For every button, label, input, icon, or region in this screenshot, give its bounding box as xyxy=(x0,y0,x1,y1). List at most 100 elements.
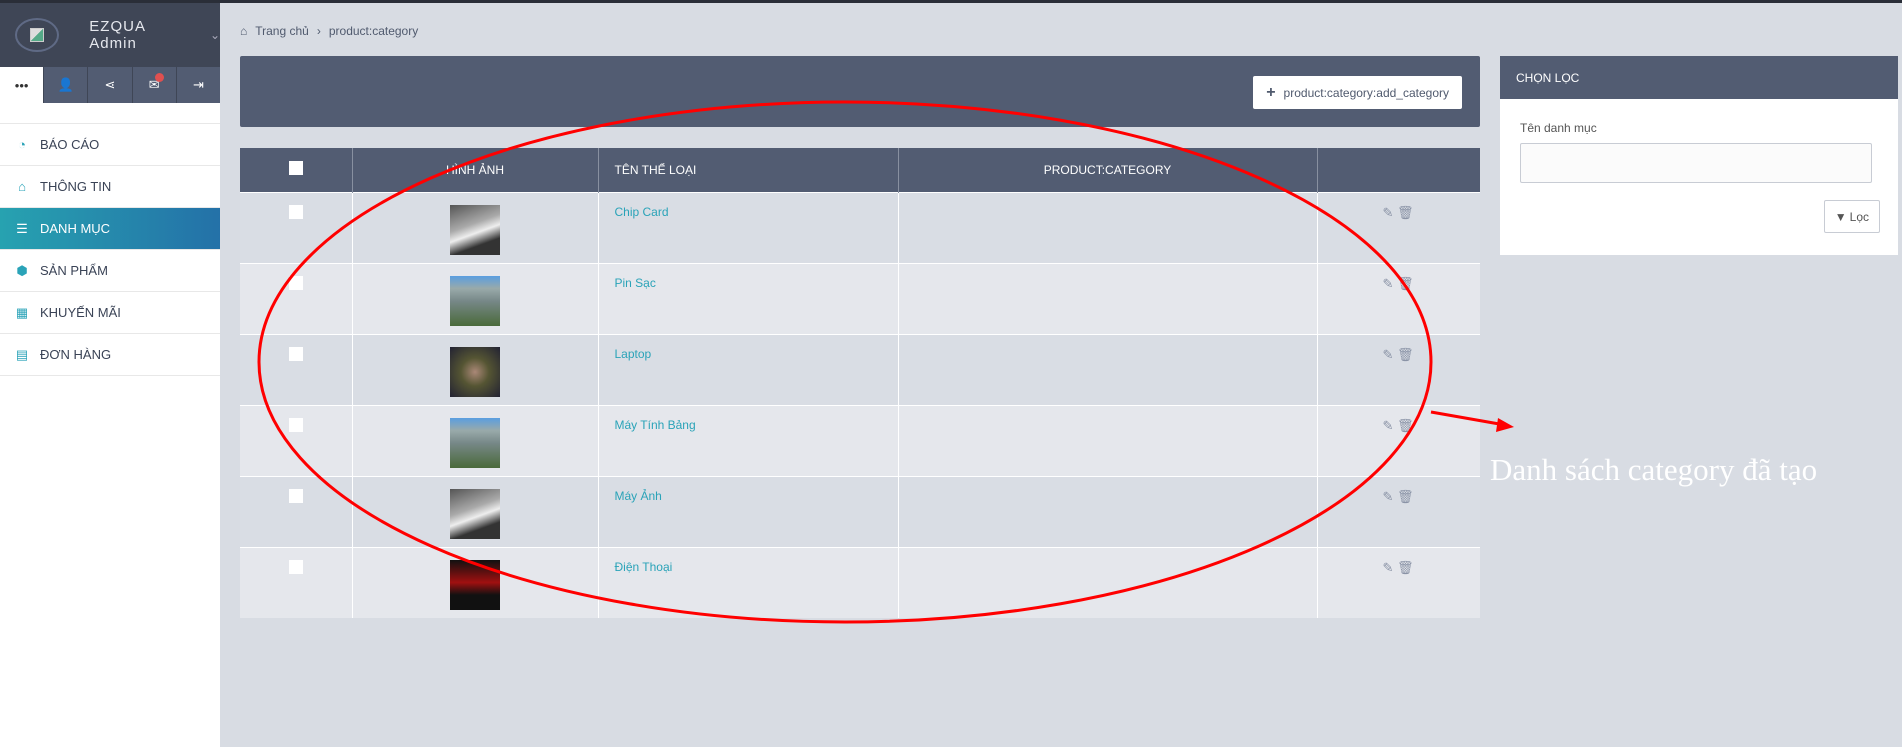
avatar xyxy=(15,18,60,52)
row-checkbox[interactable] xyxy=(288,275,303,290)
row-checkbox[interactable] xyxy=(288,559,303,574)
header-name: TÊN THỂ LOẠI xyxy=(597,148,898,192)
filter-button[interactable]: ▼ Lọc xyxy=(1823,200,1880,233)
edit-icon[interactable]: ✎ xyxy=(1383,418,1394,433)
category-name[interactable]: Máy Tính Bảng xyxy=(597,404,898,476)
select-all-header xyxy=(240,148,352,192)
sidebar-item-0[interactable]: ◔ BÁO CÁO xyxy=(0,124,220,166)
category-thumbnail xyxy=(450,417,500,468)
notification-badge xyxy=(154,73,164,82)
breadcrumb: ⌂ Trang chủ › product:category xyxy=(240,24,418,38)
sidebar-item-3[interactable]: ⬢ SẢN PHẨM xyxy=(0,250,220,292)
edit-icon[interactable]: ✎ xyxy=(1383,489,1394,504)
category-name[interactable]: Laptop xyxy=(597,333,898,405)
sidebar-item-label: ĐƠN HÀNG xyxy=(40,347,112,362)
row-checkbox[interactable] xyxy=(288,417,303,432)
category-thumbnail xyxy=(450,559,500,610)
product-category-cell xyxy=(897,475,1317,547)
image-cell xyxy=(351,546,598,618)
gift-icon: ▦ xyxy=(15,304,29,320)
sidebar-tab-more-icon[interactable]: ••• xyxy=(0,67,44,103)
row-select-cell xyxy=(240,546,352,618)
arrow-head-icon xyxy=(1496,418,1514,432)
select-all-checkbox[interactable] xyxy=(288,161,303,176)
trash-icon[interactable]: 🗑 xyxy=(1397,347,1414,362)
image-cell xyxy=(351,333,598,405)
table-row: Chip Card ✎ 🗑 xyxy=(240,191,1480,263)
row-select-cell xyxy=(240,262,352,334)
header-image: HÌNH ẢNH xyxy=(351,148,598,192)
filter-name-label: Tên danh mục xyxy=(1520,121,1597,135)
row-checkbox[interactable] xyxy=(288,204,303,219)
product-category-cell xyxy=(897,546,1317,618)
edit-icon[interactable]: ✎ xyxy=(1383,276,1394,291)
edit-icon[interactable]: ✎ xyxy=(1383,347,1394,362)
header-product-category: PRODUCT:CATEGORY xyxy=(897,148,1317,192)
sidebar-tab-share-icon[interactable]: ⋖ xyxy=(87,67,131,103)
filter-title: CHỌN LỌC xyxy=(1500,56,1898,99)
actions-cell: ✎ 🗑 xyxy=(1316,546,1480,618)
newspaper-icon: ▤ xyxy=(15,346,29,362)
trash-icon[interactable]: 🗑 xyxy=(1397,418,1414,433)
sidebar-tab-mail-icon[interactable]: ✉ xyxy=(131,67,176,103)
category-name[interactable]: Pin Sạc xyxy=(597,262,898,334)
trash-icon[interactable]: 🗑 xyxy=(1397,489,1414,504)
sidebar-item-label: DANH MỤC xyxy=(40,221,111,236)
image-cell xyxy=(351,475,598,547)
row-select-cell xyxy=(240,191,352,263)
trash-icon[interactable]: 🗑 xyxy=(1397,205,1414,220)
category-name[interactable]: Điện Thoại xyxy=(597,546,898,618)
sidebar-item-label: SẢN PHẨM xyxy=(40,263,108,278)
table-row: Máy Ảnh ✎ 🗑 xyxy=(240,475,1480,547)
sidebar-item-2[interactable]: ☰ DANH MỤC xyxy=(0,208,220,250)
product-category-cell xyxy=(897,333,1317,405)
product-category-cell xyxy=(897,191,1317,263)
annotation-text: Danh sách category đã tạo xyxy=(1490,452,1818,487)
row-select-cell xyxy=(240,333,352,405)
top-bar xyxy=(0,0,1902,3)
actions-cell: ✎ 🗑 xyxy=(1316,333,1480,405)
sidebar-header[interactable]: EZQUA Admin ⌄ xyxy=(0,3,220,67)
dashboard-icon: ◔ xyxy=(18,137,26,152)
trash-icon[interactable]: 🗑 xyxy=(1397,276,1414,291)
sidebar-tab-logout-icon[interactable]: ⇥ xyxy=(175,67,220,103)
chevron-down-icon[interactable]: ⌄ xyxy=(210,28,220,42)
add-category-button[interactable]: + product:category:add_category xyxy=(1253,76,1462,109)
sidebar-menu: ◔ BÁO CÁO ⌂ THÔNG TIN ☰ DANH MỤC ⬢ SẢN PHẨM ▦ KHU… xyxy=(0,123,220,376)
sidebar-item-5[interactable]: ▤ ĐƠN HÀNG xyxy=(0,334,220,376)
actions-cell: ✎ 🗑 xyxy=(1316,191,1480,263)
breadcrumb-current: product:category xyxy=(328,24,419,38)
app-title: EZQUA Admin xyxy=(89,18,146,52)
edit-icon[interactable]: ✎ xyxy=(1383,560,1394,575)
edit-icon[interactable]: ✎ xyxy=(1383,205,1394,220)
image-cell xyxy=(351,404,598,476)
product-category-cell xyxy=(897,404,1317,476)
add-category-label: product:category:add_category xyxy=(1283,85,1449,100)
sidebar-item-1[interactable]: ⌂ THÔNG TIN xyxy=(0,166,220,208)
toolbar-panel: + product:category:add_category xyxy=(240,56,1480,127)
header-actions xyxy=(1316,148,1480,192)
category-name[interactable]: Máy Ảnh xyxy=(597,475,898,547)
row-checkbox[interactable] xyxy=(288,488,303,503)
filter-name-input[interactable] xyxy=(1520,143,1872,183)
image-cell xyxy=(351,191,598,263)
category-thumbnail xyxy=(450,488,500,539)
filter-icon: ▼ xyxy=(1834,209,1847,224)
trash-icon[interactable]: 🗑 xyxy=(1397,560,1414,575)
home-icon: ⌂ xyxy=(18,179,26,194)
row-select-cell xyxy=(240,404,352,476)
actions-cell: ✎ 🗑 xyxy=(1316,404,1480,476)
category-table: HÌNH ẢNH TÊN THỂ LOẠI PRODUCT:CATEGORY C… xyxy=(240,148,1480,618)
category-thumbnail xyxy=(450,346,500,397)
sidebar-tabs: ••• 👤 ⋖ ✉ ⇥ xyxy=(0,67,220,103)
sidebar: EZQUA Admin ⌄ ••• 👤 ⋖ ✉ ⇥ ◔ BÁO CÁO ⌂ THÔNG TIN… xyxy=(0,3,220,747)
actions-cell: ✎ 🗑 xyxy=(1316,475,1480,547)
sidebar-item-label: KHUYẾN MÃI xyxy=(40,305,121,320)
breadcrumb-home[interactable]: Trang chủ xyxy=(255,24,309,38)
category-name[interactable]: Chip Card xyxy=(597,191,898,263)
sidebar-tab-user-icon[interactable]: 👤 xyxy=(43,67,87,103)
row-checkbox[interactable] xyxy=(288,346,303,361)
table-row: Laptop ✎ 🗑 xyxy=(240,333,1480,405)
sidebar-item-4[interactable]: ▦ KHUYẾN MÃI xyxy=(0,292,220,334)
list-icon: ☰ xyxy=(16,220,28,236)
